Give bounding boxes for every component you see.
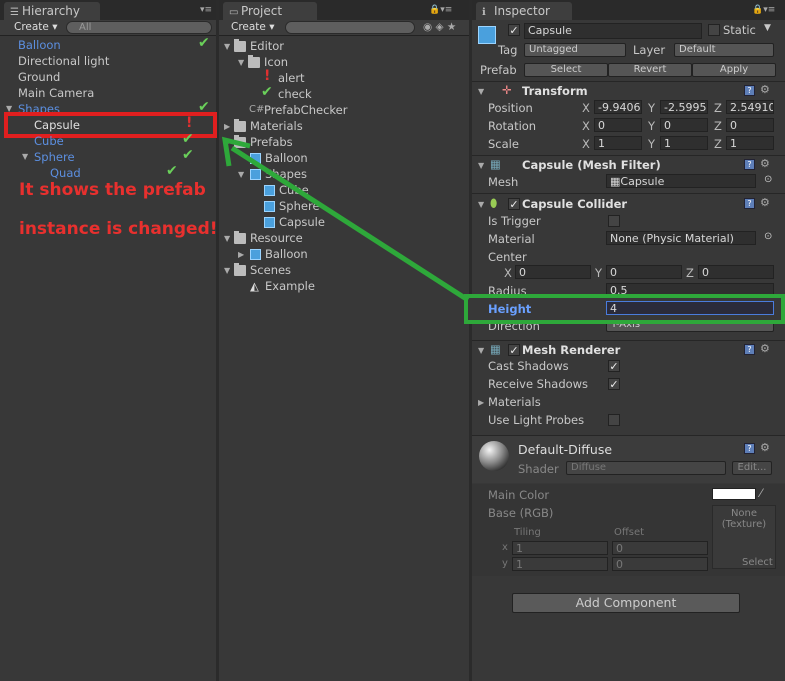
annotation-arrow-line: [230, 145, 470, 303]
annotation-arrow: [221, 136, 470, 303]
